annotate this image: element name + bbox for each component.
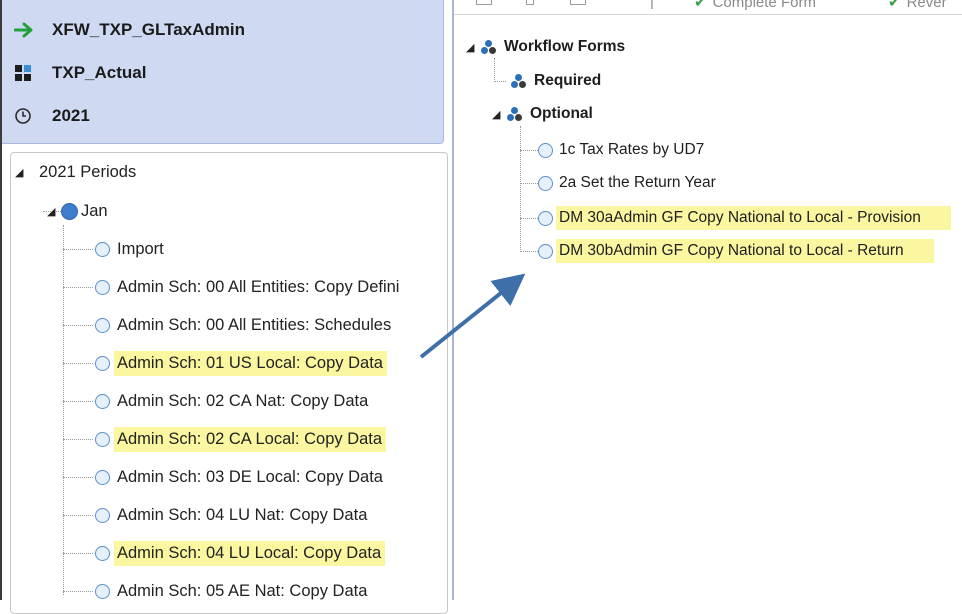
callout-arrow-icon: [419, 273, 526, 359]
